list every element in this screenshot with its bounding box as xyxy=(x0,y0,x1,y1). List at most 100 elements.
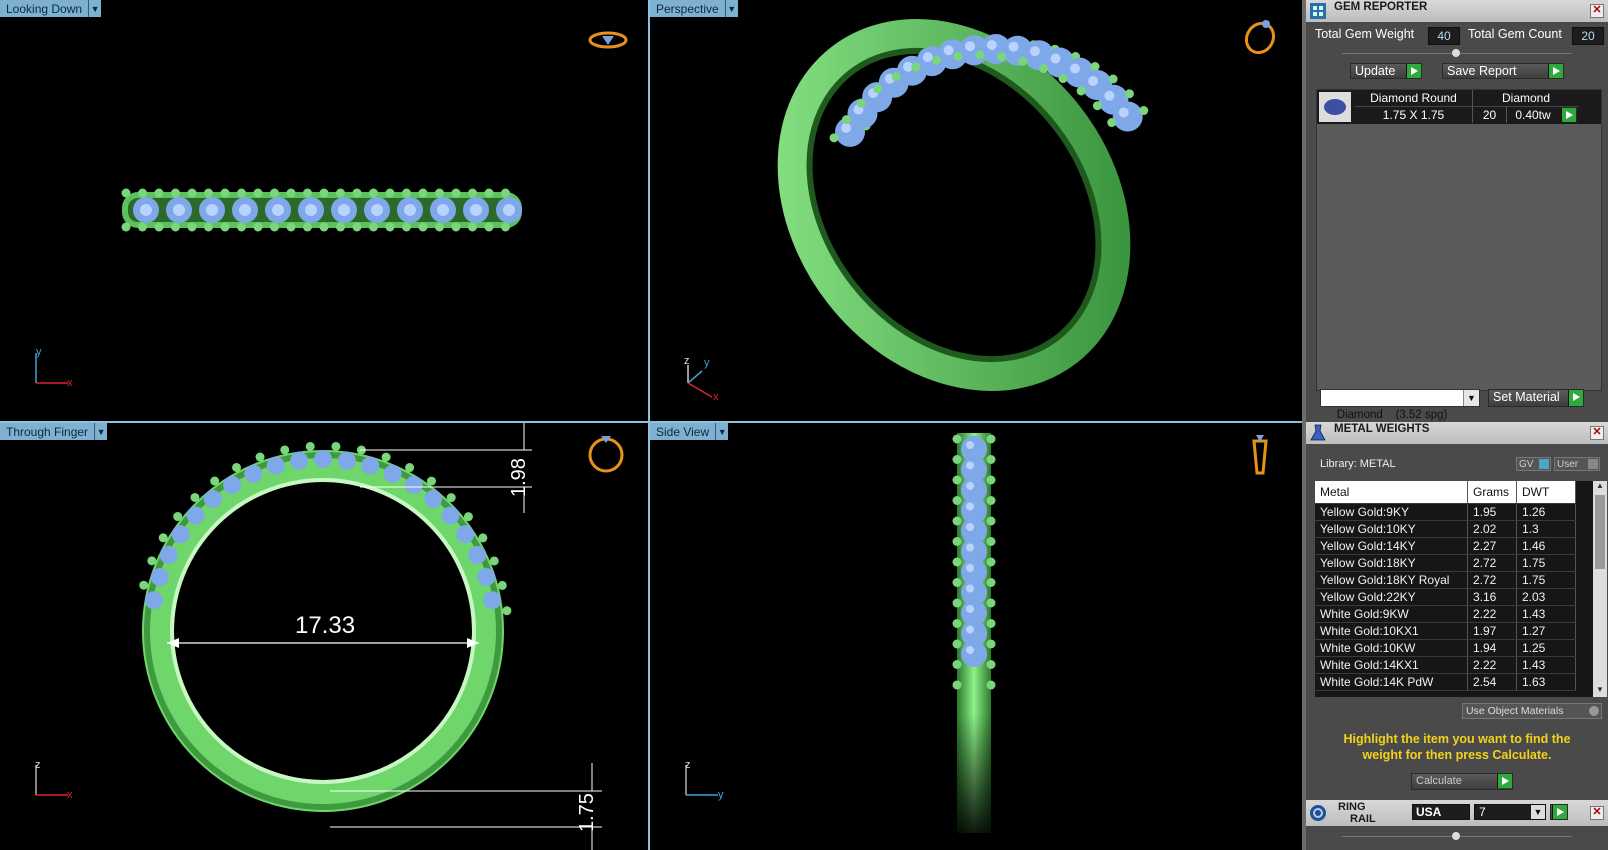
table-row[interactable]: White Gold:10KW 1.94 1.25 xyxy=(1315,639,1576,657)
gem-highlight xyxy=(922,52,933,63)
total-gem-weight-label: Total Gem Weight xyxy=(1315,27,1415,41)
gem-expand-button[interactable] xyxy=(1561,107,1577,122)
table-row[interactable]: Yellow Gold:18KY Royal 2.72 1.75 xyxy=(1315,571,1576,589)
ring-size-select[interactable]: 7 ▼ xyxy=(1474,804,1546,820)
table-row[interactable]: Yellow Gold:22KY 3.16 2.03 xyxy=(1315,588,1576,606)
table-row[interactable]: Yellow Gold:14KY 2.27 1.46 xyxy=(1315,537,1576,555)
scrollbar-thumb[interactable] xyxy=(1595,495,1605,569)
table-row[interactable]: White Gold:14K PdW 2.54 1.63 xyxy=(1315,673,1576,691)
prong xyxy=(173,512,183,522)
prong xyxy=(1124,89,1134,99)
table-row[interactable]: Yellow Gold:9KY 1.95 1.26 xyxy=(1315,503,1576,521)
chevron-down-icon[interactable]: ▼ xyxy=(94,423,108,440)
diamond-thumbnail-icon xyxy=(1319,92,1351,122)
prong xyxy=(952,434,962,444)
gem-highlight xyxy=(437,204,449,216)
viewport-tab-looking-down[interactable]: Looking Down ▼ xyxy=(0,0,102,17)
user-toggle[interactable]: User xyxy=(1554,457,1600,471)
close-icon[interactable]: ✕ xyxy=(1590,4,1604,18)
grams-cell: 2.27 xyxy=(1467,537,1517,555)
close-icon[interactable]: ✕ xyxy=(1590,806,1604,820)
user-label: User xyxy=(1557,459,1579,470)
grams-cell: 2.54 xyxy=(1467,673,1517,691)
viewport-perspective[interactable]: z y x Perspective ▼ xyxy=(650,0,1302,421)
ring-side-view: z y xyxy=(685,433,1268,833)
ring-rail-apply-button[interactable] xyxy=(1550,804,1568,820)
prong xyxy=(369,188,378,198)
collapse-handle-icon[interactable] xyxy=(1452,832,1460,840)
table-row[interactable]: Yellow Gold:10KY 2.02 1.3 xyxy=(1315,520,1576,538)
prong xyxy=(986,434,996,444)
use-object-materials-label: Use Object Materials xyxy=(1466,705,1564,717)
prong xyxy=(418,222,428,232)
grams-cell: 2.72 xyxy=(1467,571,1517,589)
viewport-tab-side-view[interactable]: Side View ▼ xyxy=(650,423,729,440)
prong xyxy=(952,639,962,649)
gem-highlight xyxy=(841,122,852,133)
metal-name-cell: White Gold:14KX1 xyxy=(1315,656,1468,674)
ring-size-standard-field[interactable]: USA xyxy=(1412,804,1470,820)
prong xyxy=(352,188,362,198)
prong xyxy=(1018,56,1028,66)
save-report-button[interactable]: Save Report xyxy=(1442,63,1564,79)
collapse-handle-icon[interactable] xyxy=(1452,49,1460,57)
scrollbar[interactable]: ▲ ▼ xyxy=(1593,481,1607,697)
grams-cell: 2.22 xyxy=(1467,656,1517,674)
prong xyxy=(911,62,921,72)
grams-cell: 1.95 xyxy=(1467,503,1517,521)
prong xyxy=(286,188,296,198)
gem-list[interactable]: Diamond Round Diamond 1.75 X 1.75 20 0.4… xyxy=(1316,89,1602,391)
table-row[interactable]: Yellow Gold:18KY 2.72 1.75 xyxy=(1315,554,1576,572)
table-row[interactable]: White Gold:14KX1 2.22 1.43 xyxy=(1315,656,1576,674)
metal-name-cell: Yellow Gold:14KY xyxy=(1315,537,1468,555)
prong xyxy=(405,463,415,473)
material-select[interactable]: Diamond (3.52 spg) ▼ xyxy=(1320,389,1480,421)
prong xyxy=(121,222,131,232)
dimension-diameter: 17.33 xyxy=(295,612,355,639)
table-row[interactable]: White Gold:10KX1 1.97 1.27 xyxy=(1315,622,1576,640)
chevron-down-icon[interactable]: ▼ xyxy=(724,0,738,17)
calculate-button[interactable]: Calculate xyxy=(1411,773,1513,790)
metal-table-container[interactable]: Metal Grams DWT Yellow Gold:9KY 1.95 1.26 Y… xyxy=(1315,481,1607,697)
play-icon xyxy=(1497,774,1512,788)
column-header-grams[interactable]: Grams xyxy=(1467,481,1517,504)
gem-highlight xyxy=(966,584,974,593)
ring-perspective-view: z y x xyxy=(684,19,1276,403)
chevron-down-icon[interactable]: ▼ xyxy=(88,0,102,17)
viewport-through-finger[interactable]: 17.33 1.98 1.75 z x Through Finger ▼ xyxy=(0,423,648,850)
use-object-materials-toggle[interactable]: Use Object Materials xyxy=(1462,703,1602,719)
prong xyxy=(121,188,131,198)
gem-reporter-header: GEM REPORTER ✕ xyxy=(1306,0,1608,22)
gem-size: 1.75 X 1.75 xyxy=(1355,107,1473,123)
calculate-button-label: Calculate xyxy=(1416,775,1462,787)
viewport-divider-vertical[interactable] xyxy=(648,0,650,850)
close-icon[interactable]: ✕ xyxy=(1590,426,1604,440)
viewport-side-view[interactable]: z y Side View ▼ xyxy=(650,423,1302,850)
scroll-up-icon[interactable]: ▲ xyxy=(1593,481,1607,493)
viewport-label: Perspective xyxy=(650,0,725,17)
gem-row[interactable]: Diamond Round Diamond 1.75 X 1.75 20 0.4… xyxy=(1317,90,1601,124)
viewport-tab-through-finger[interactable]: Through Finger ▼ xyxy=(0,423,108,440)
prong xyxy=(138,188,147,198)
column-header-metal[interactable]: Metal xyxy=(1315,481,1468,504)
prong xyxy=(187,222,197,232)
save-report-button-label: Save Report xyxy=(1447,64,1517,78)
prong xyxy=(986,619,996,628)
scroll-down-icon[interactable]: ▼ xyxy=(1593,685,1607,697)
axis-icon xyxy=(685,765,718,796)
material-select-value: Diamond (3.52 spg) xyxy=(1336,409,1448,421)
grams-cell: 2.72 xyxy=(1467,554,1517,572)
set-material-button[interactable]: Set Material xyxy=(1488,389,1584,407)
prong xyxy=(255,452,265,462)
table-row[interactable]: White Gold:9KW 2.22 1.43 xyxy=(1315,605,1576,623)
viewport-divider-horizontal[interactable] xyxy=(0,421,1302,423)
viewport-tab-perspective[interactable]: Perspective ▼ xyxy=(650,0,738,17)
prong xyxy=(147,556,157,566)
gv-toggle[interactable]: GV xyxy=(1516,457,1551,471)
column-header-dwt[interactable]: DWT xyxy=(1516,481,1576,504)
metal-name-cell: Yellow Gold:18KY xyxy=(1315,554,1468,572)
update-button[interactable]: Update xyxy=(1350,63,1422,79)
chevron-down-icon[interactable]: ▼ xyxy=(715,423,729,440)
viewport-looking-down[interactable]: y x Looking Down ▼ xyxy=(0,0,648,421)
prong xyxy=(986,639,996,649)
